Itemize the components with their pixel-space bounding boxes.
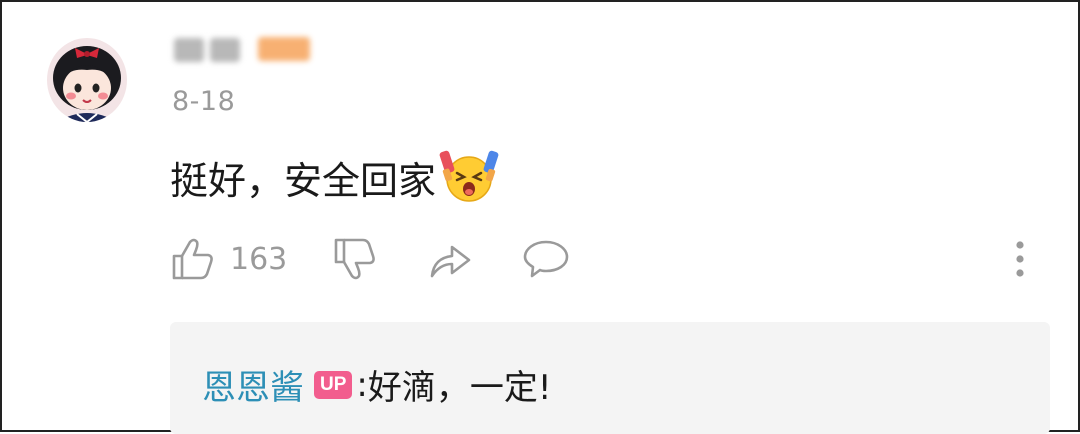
reply-button[interactable] bbox=[522, 234, 570, 284]
up-badge: UP bbox=[314, 370, 353, 399]
thumbs-up-icon bbox=[172, 238, 213, 280]
comment-card: 8-18 挺好，安全回家 163 恩恩酱 UP: 好滴，一定! bbox=[0, 0, 1080, 434]
comment-text-row: 挺好，安全回家 bbox=[170, 150, 500, 205]
username-row[interactable] bbox=[170, 32, 310, 66]
share-arrow-icon bbox=[430, 245, 471, 278]
reply-author[interactable]: 恩恩酱 bbox=[202, 360, 304, 409]
like-count: 163 bbox=[230, 241, 288, 277]
user-level-badge bbox=[258, 37, 310, 61]
username-blurred[interactable] bbox=[170, 34, 244, 64]
cheering-face-emoji bbox=[439, 150, 499, 202]
avatar[interactable] bbox=[47, 38, 127, 122]
vertical-dots-icon bbox=[1016, 241, 1024, 277]
reply-line: 恩恩酱 UP : 好滴，一定! bbox=[202, 360, 552, 409]
more-options-button[interactable] bbox=[1008, 238, 1032, 280]
reply-separator: : bbox=[356, 364, 368, 405]
thumbs-down-icon bbox=[334, 238, 375, 280]
comment-date: 8-18 bbox=[172, 86, 236, 117]
reply-text: 好滴，一定! bbox=[367, 368, 552, 408]
share-button[interactable] bbox=[426, 234, 474, 284]
dislike-button[interactable] bbox=[332, 234, 378, 284]
comment-text: 挺好，安全回家 bbox=[170, 159, 437, 203]
reply-preview[interactable]: 恩恩酱 UP : 好滴，一定! bbox=[170, 322, 1050, 434]
speech-bubble-icon bbox=[523, 240, 569, 278]
like-button[interactable]: 163 bbox=[170, 234, 287, 284]
